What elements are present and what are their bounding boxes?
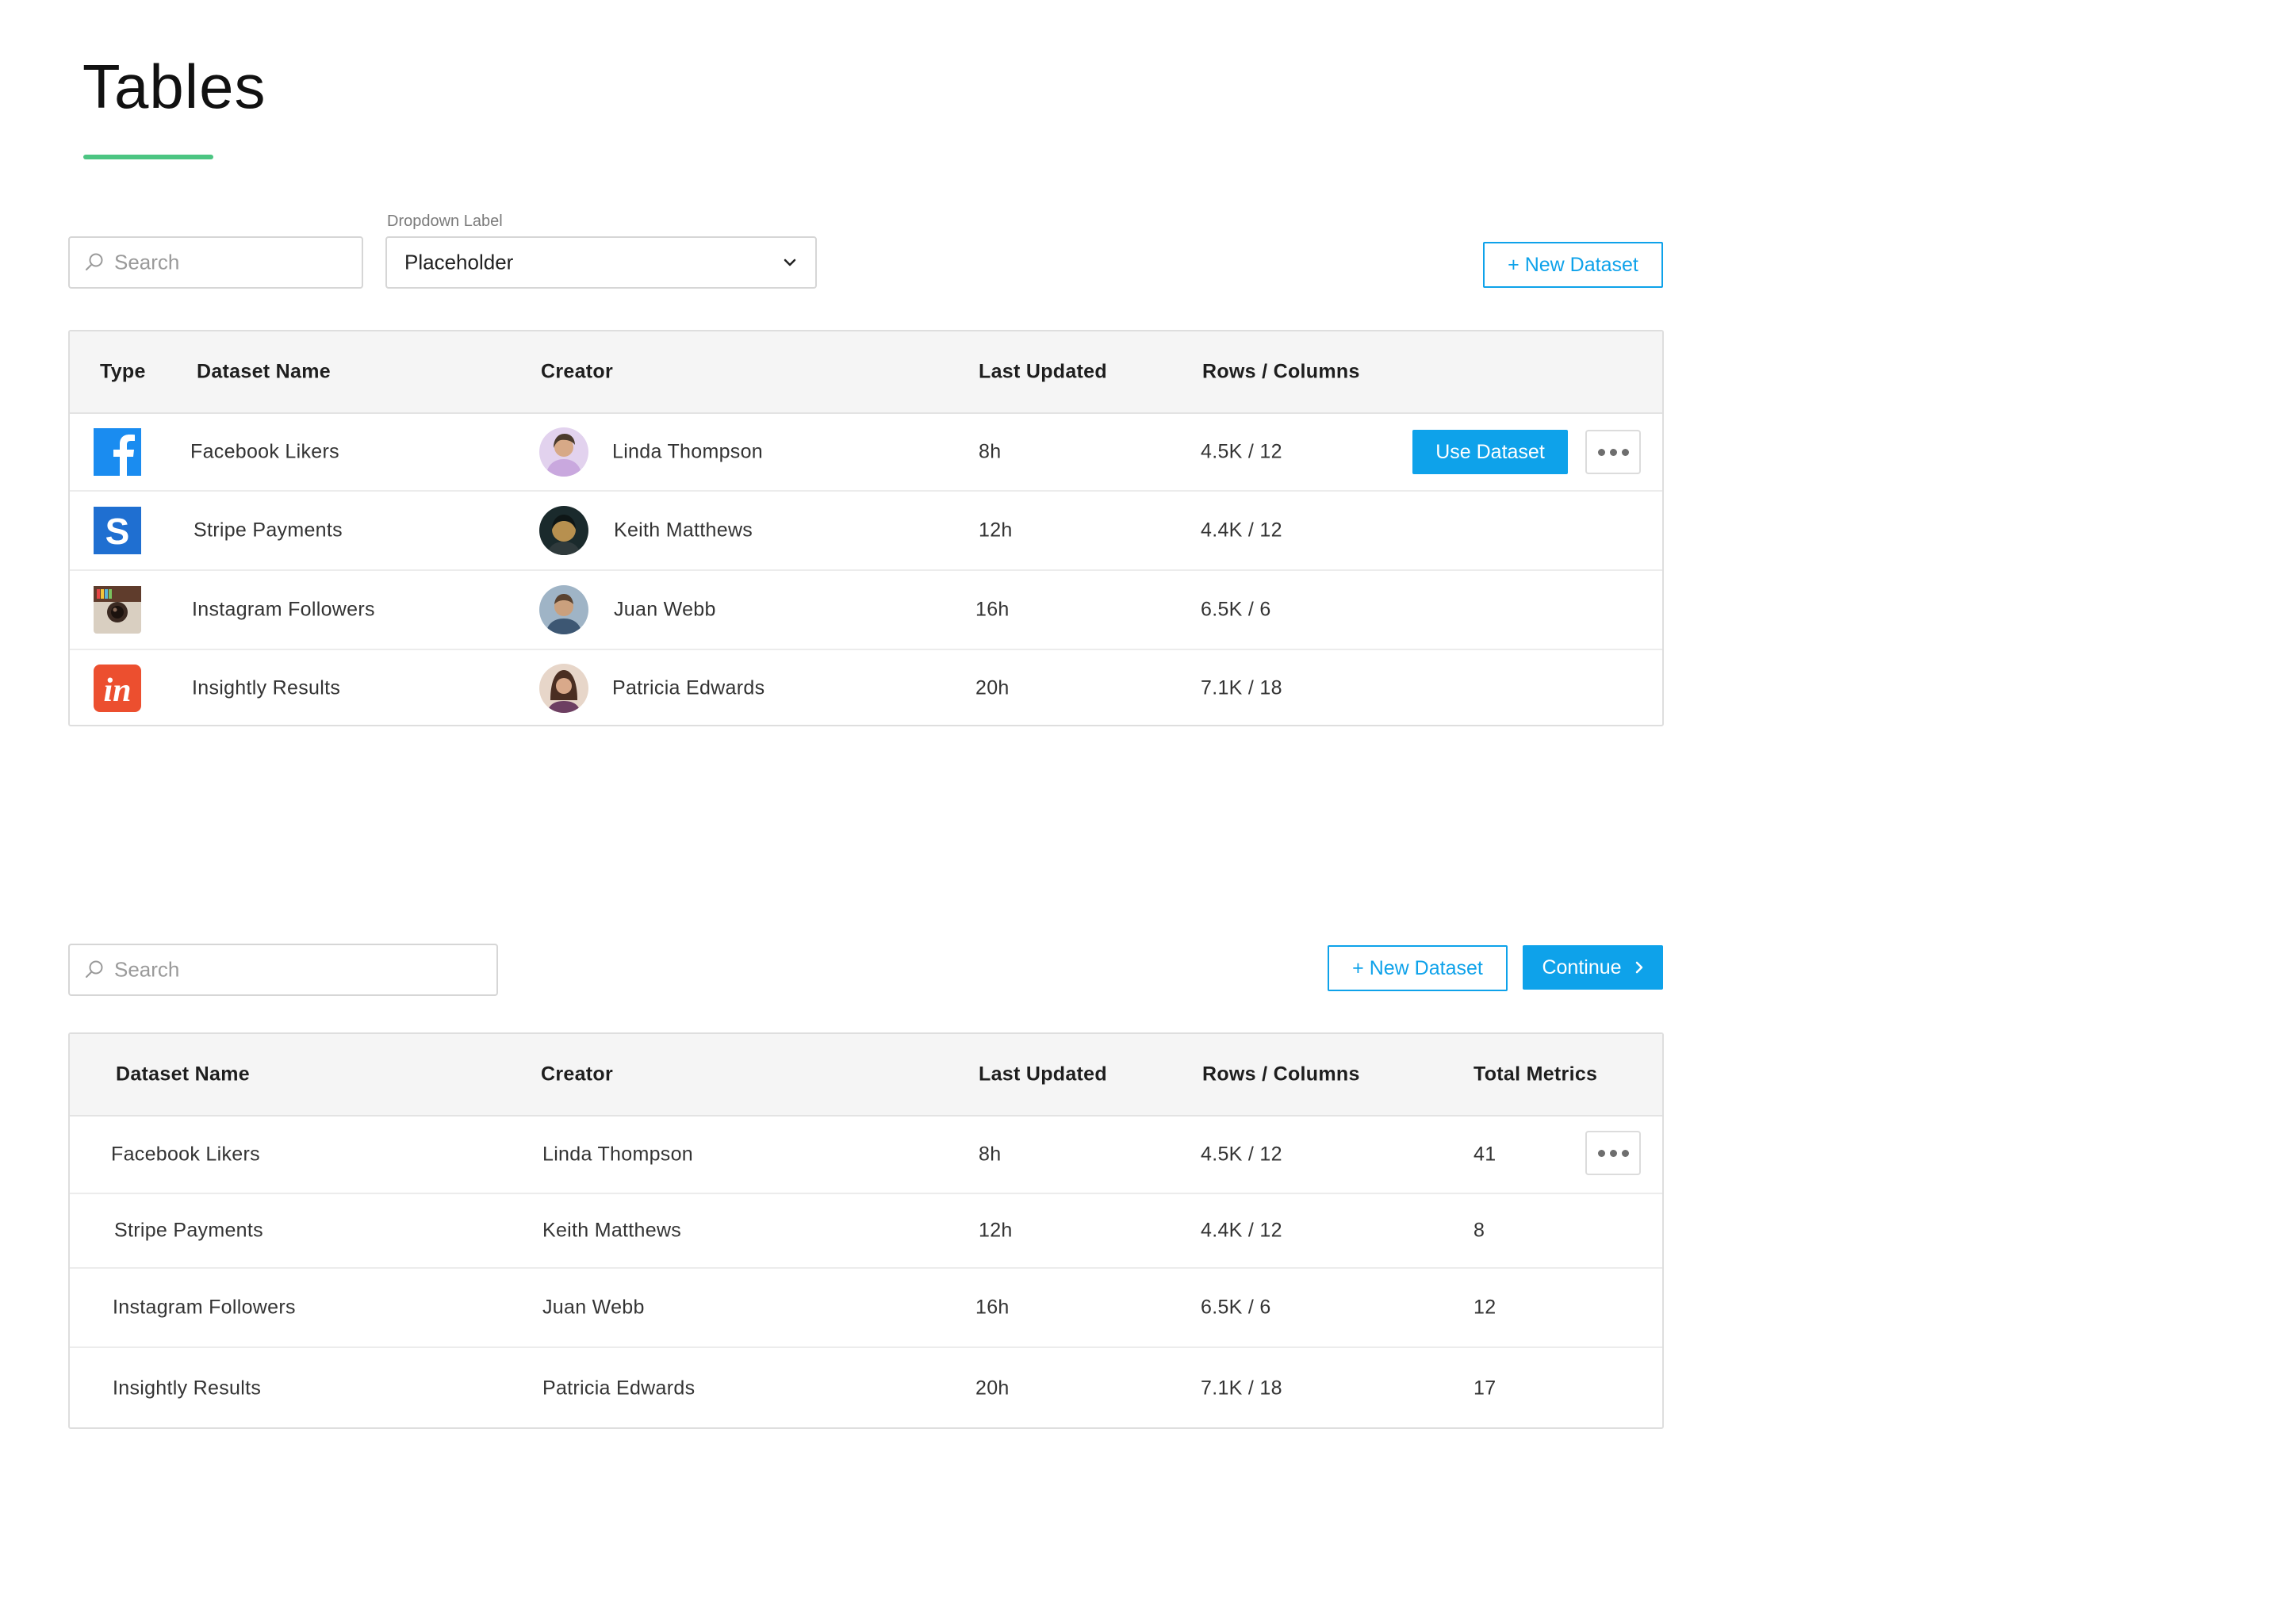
- last-updated: 20h: [975, 1377, 1010, 1400]
- datasets-metrics-table: Dataset Name Creator Last Updated Rows /…: [68, 1032, 1664, 1429]
- chevron-right-icon: [1635, 961, 1642, 974]
- avatar: [539, 427, 588, 477]
- dataset-name: Insightly Results: [113, 1377, 262, 1400]
- creator-name: Linda Thompson: [612, 440, 763, 463]
- rows-columns: 4.5K / 12: [1201, 1143, 1282, 1166]
- column-header-dataset-name[interactable]: Dataset Name: [197, 361, 331, 384]
- search-icon: [86, 960, 103, 978]
- more-dot: [1597, 1149, 1605, 1157]
- dataset-name: Facebook Likers: [190, 440, 339, 463]
- avatar: [539, 506, 588, 555]
- total-metrics: 12: [1473, 1296, 1496, 1319]
- table-row[interactable]: Facebook Likers Linda Thompson 8h 4.5K /…: [70, 1116, 1662, 1194]
- column-header-rows-columns[interactable]: Rows / Columns: [1202, 361, 1360, 384]
- rows-columns: 7.1K / 18: [1201, 1377, 1282, 1400]
- column-header-creator[interactable]: Creator: [541, 361, 613, 384]
- table-row[interactable]: Instagram Followers Juan Webb 16h 6.5K /…: [70, 1269, 1662, 1348]
- new-dataset-button[interactable]: + New Dataset: [1483, 242, 1663, 288]
- avatar: [539, 664, 588, 713]
- last-updated: 12h: [979, 1219, 1013, 1242]
- dataset-name: Instagram Followers: [192, 598, 375, 621]
- last-updated: 16h: [975, 598, 1010, 621]
- rows-columns: 7.1K / 18: [1201, 676, 1282, 699]
- total-metrics: 17: [1473, 1377, 1496, 1400]
- rows-columns: 4.5K / 12: [1201, 440, 1282, 463]
- more-options-button[interactable]: [1585, 1131, 1641, 1175]
- search-icon: [86, 253, 103, 270]
- column-header-last-updated[interactable]: Last Updated: [979, 1063, 1107, 1086]
- creator-name: Linda Thompson: [542, 1143, 693, 1166]
- table-row[interactable]: in Insightly Results Patricia Edwards 20…: [70, 650, 1662, 726]
- rows-columns: 4.4K / 12: [1201, 1219, 1282, 1242]
- total-metrics: 8: [1473, 1219, 1485, 1242]
- rows-columns: 6.5K / 6: [1201, 1296, 1271, 1319]
- more-dot: [1621, 1149, 1629, 1157]
- more-options-button[interactable]: [1585, 430, 1641, 474]
- svg-text:in: in: [103, 672, 131, 709]
- last-updated: 8h: [979, 1143, 1002, 1166]
- table-row[interactable]: Insightly Results Patricia Edwards 20h 7…: [70, 1348, 1662, 1429]
- instagram-icon: [94, 586, 141, 634]
- creator-name: Juan Webb: [542, 1296, 645, 1319]
- column-header-type[interactable]: Type: [100, 361, 146, 384]
- table-row[interactable]: Instagram Followers Juan Webb 16h 6.5K /…: [70, 571, 1662, 650]
- table-header: Type Dataset Name Creator Last Updated R…: [70, 331, 1662, 414]
- last-updated: 12h: [979, 519, 1013, 542]
- column-header-total-metrics[interactable]: Total Metrics: [1473, 1063, 1597, 1086]
- dropdown-value: Placeholder: [404, 250, 514, 274]
- total-metrics: 41: [1473, 1143, 1496, 1166]
- search-input[interactable]: Search: [68, 236, 363, 289]
- invision-icon: in: [94, 665, 141, 712]
- column-header-last-updated[interactable]: Last Updated: [979, 361, 1107, 384]
- search-input[interactable]: Search: [68, 944, 498, 996]
- dataset-name: Insightly Results: [192, 676, 341, 699]
- last-updated: 16h: [975, 1296, 1010, 1319]
- last-updated: 20h: [975, 676, 1010, 699]
- dataset-name: Instagram Followers: [113, 1296, 296, 1319]
- use-dataset-button[interactable]: Use Dataset: [1412, 430, 1568, 474]
- table-header: Dataset Name Creator Last Updated Rows /…: [70, 1034, 1662, 1116]
- avatar: [539, 585, 588, 634]
- dataset-name: Facebook Likers: [111, 1143, 260, 1166]
- continue-label: Continue: [1542, 956, 1622, 979]
- creator-name: Keith Matthews: [614, 519, 753, 542]
- rows-columns: 6.5K / 6: [1201, 598, 1271, 621]
- dataset-name: Stripe Payments: [194, 519, 343, 542]
- search-placeholder: Search: [114, 250, 180, 274]
- more-dot: [1609, 1149, 1617, 1157]
- facebook-icon: [94, 428, 141, 476]
- table-row[interactable]: Facebook Likers Linda Thompson 8h 4.5K /…: [70, 414, 1662, 492]
- column-header-rows-columns[interactable]: Rows / Columns: [1202, 1063, 1360, 1086]
- table-row[interactable]: Stripe Payments Keith Matthews 12h 4.4K …: [70, 1194, 1662, 1269]
- rows-columns: 4.4K / 12: [1201, 519, 1282, 542]
- dataset-name: Stripe Payments: [114, 1219, 263, 1242]
- chevron-down-icon: [784, 259, 796, 266]
- creator-name: Patricia Edwards: [542, 1377, 696, 1400]
- continue-button[interactable]: Continue: [1523, 945, 1663, 990]
- svg-text:S: S: [105, 511, 130, 552]
- page-title: Tables: [82, 52, 266, 121]
- dropdown-label: Dropdown Label: [387, 213, 503, 230]
- stripe-icon: S: [94, 507, 141, 554]
- datasets-table: Type Dataset Name Creator Last Updated R…: [68, 330, 1664, 726]
- new-dataset-button[interactable]: + New Dataset: [1328, 945, 1508, 991]
- creator-name: Juan Webb: [614, 598, 716, 621]
- dataset-dropdown[interactable]: Placeholder: [385, 236, 817, 289]
- more-dot: [1621, 448, 1629, 456]
- last-updated: 8h: [979, 440, 1002, 463]
- creator-name: Keith Matthews: [542, 1219, 682, 1242]
- column-header-dataset-name[interactable]: Dataset Name: [116, 1063, 250, 1086]
- more-dot: [1609, 448, 1617, 456]
- column-header-creator[interactable]: Creator: [541, 1063, 613, 1086]
- more-dot: [1597, 448, 1605, 456]
- creator-name: Patricia Edwards: [612, 676, 765, 699]
- table-row[interactable]: S Stripe Payments Keith Matthews 12h 4.4…: [70, 492, 1662, 571]
- search-placeholder: Search: [114, 957, 180, 982]
- title-underline: [83, 155, 213, 159]
